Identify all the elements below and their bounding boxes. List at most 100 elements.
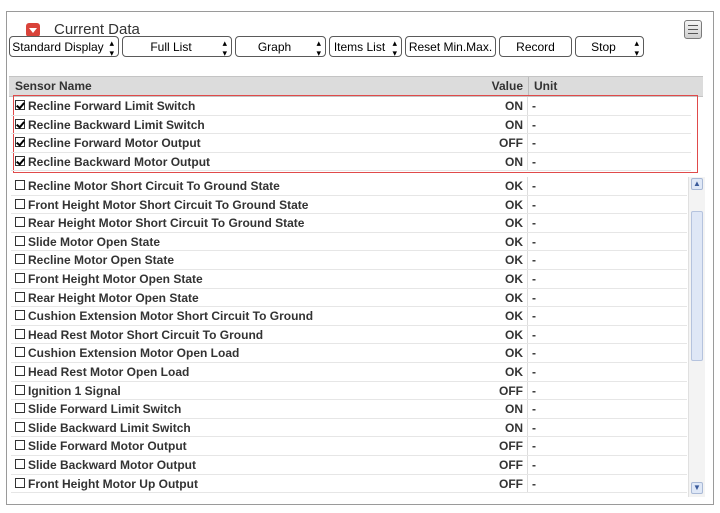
dropdown-arrows-icon: ▴ ▾ bbox=[109, 38, 114, 58]
column-divider bbox=[527, 214, 528, 233]
column-divider bbox=[527, 288, 528, 308]
sensor-value: ON bbox=[505, 117, 523, 132]
sensor-unit: - bbox=[532, 234, 536, 249]
checkbox[interactable] bbox=[15, 347, 25, 358]
items-list-label: Items List bbox=[333, 40, 386, 54]
column-divider bbox=[528, 77, 529, 96]
table-row[interactable]: Slide Forward Motor Output OFF - bbox=[11, 437, 687, 456]
checkbox[interactable] bbox=[15, 235, 25, 246]
sensor-value: OFF bbox=[499, 458, 523, 472]
standard-display-dropdown[interactable]: Standard Display ▴ ▾ bbox=[9, 36, 119, 58]
checkbox[interactable] bbox=[15, 328, 25, 339]
table-row[interactable]: Front Height Motor Open State OK - bbox=[11, 270, 687, 289]
checkbox[interactable] bbox=[15, 477, 25, 488]
vertical-scrollbar[interactable]: ▲ ▼ bbox=[688, 177, 705, 497]
checkbox[interactable] bbox=[15, 198, 25, 209]
sensor-value: OFF bbox=[499, 383, 523, 398]
table-row[interactable]: Slide Backward Motor Output OFF - bbox=[11, 456, 687, 475]
column-divider bbox=[527, 456, 528, 475]
table-row[interactable]: Recline Forward Motor Output OFF - bbox=[11, 134, 691, 153]
column-header-unit[interactable]: Unit bbox=[534, 79, 557, 93]
sensor-name: Slide Backward Limit Switch bbox=[28, 420, 191, 435]
sensor-value: OK bbox=[505, 365, 523, 379]
record-button[interactable]: Record bbox=[499, 36, 572, 57]
sensor-unit: - bbox=[532, 272, 536, 286]
checkbox[interactable] bbox=[15, 273, 25, 283]
checkbox[interactable] bbox=[15, 459, 25, 469]
scroll-up-icon[interactable]: ▲ bbox=[691, 178, 703, 190]
sensor-name: Recline Forward Limit Switch bbox=[28, 99, 196, 113]
sensor-value: OK bbox=[505, 309, 523, 324]
table-row[interactable]: Recline Motor Open State OK - bbox=[11, 251, 687, 270]
table-row[interactable]: Cushion Extension Motor Open Load OK - bbox=[11, 344, 687, 363]
column-divider bbox=[527, 251, 528, 270]
sensor-value: ON bbox=[505, 154, 523, 169]
checkbox[interactable] bbox=[15, 366, 25, 376]
column-divider bbox=[527, 115, 528, 135]
checkbox[interactable] bbox=[15, 291, 25, 302]
sensor-unit: - bbox=[532, 383, 536, 398]
sensor-name: Head Rest Motor Open Load bbox=[28, 365, 190, 379]
sensor-unit: - bbox=[532, 99, 536, 113]
reset-min-max-button[interactable]: Reset Min.Max. bbox=[405, 36, 496, 57]
stop-dropdown[interactable]: Stop ▴ ▾ bbox=[575, 36, 644, 58]
checkbox[interactable] bbox=[15, 440, 25, 451]
sensor-name: Recline Motor Open State bbox=[28, 253, 175, 268]
sensor-value: OK bbox=[505, 272, 523, 286]
sensor-name: Recline Backward Limit Switch bbox=[28, 117, 205, 132]
table-row[interactable]: Head Rest Motor Open Load OK - bbox=[11, 363, 687, 382]
sensor-name: Slide Forward Motor Output bbox=[28, 439, 187, 454]
sensor-unit: - bbox=[532, 458, 536, 472]
full-list-label: Full List bbox=[150, 40, 192, 54]
checkbox[interactable] bbox=[15, 254, 25, 265]
menu-icon[interactable] bbox=[684, 20, 702, 39]
table-row[interactable]: Head Rest Motor Short Circuit To Ground O… bbox=[11, 325, 687, 345]
full-list-dropdown[interactable]: Full List ▴ ▾ bbox=[122, 36, 232, 58]
table-row[interactable]: Front Height Motor Short Circuit To Grou… bbox=[11, 195, 687, 215]
checkbox-checked[interactable] bbox=[15, 155, 25, 166]
table-row[interactable]: Rear Height Motor Open State OK - bbox=[11, 288, 687, 308]
table-row[interactable]: Recline Motor Short Circuit To Ground St… bbox=[11, 177, 687, 196]
sensor-name: Slide Forward Limit Switch bbox=[28, 402, 182, 417]
scroll-down-icon[interactable]: ▼ bbox=[691, 482, 703, 494]
column-header-value[interactable]: Value bbox=[481, 79, 523, 93]
table-row[interactable]: Recline Backward Limit Switch ON - bbox=[11, 115, 691, 135]
sensor-unit: - bbox=[532, 365, 536, 379]
column-divider bbox=[527, 363, 528, 382]
sensor-unit: - bbox=[532, 420, 536, 435]
dropdown-arrows-icon: ▴ ▾ bbox=[392, 38, 397, 58]
table-row[interactable]: Slide Motor Open State OK - bbox=[11, 232, 687, 252]
checkbox[interactable] bbox=[15, 403, 25, 414]
table-row[interactable]: Slide Backward Limit Switch ON - bbox=[11, 418, 687, 438]
sensor-value: ON bbox=[505, 402, 523, 417]
items-list-dropdown[interactable]: Items List ▴ ▾ bbox=[329, 36, 402, 58]
row-divider bbox=[11, 170, 691, 172]
checkbox[interactable] bbox=[15, 310, 25, 321]
column-divider bbox=[527, 152, 528, 172]
table-row[interactable]: Rear Height Motor Short Circuit To Groun… bbox=[11, 214, 687, 233]
sensor-unit: - bbox=[532, 346, 536, 361]
checkbox[interactable] bbox=[15, 421, 25, 432]
checkbox[interactable] bbox=[15, 217, 25, 228]
table-row[interactable]: Cushion Extension Motor Short Circuit To… bbox=[11, 307, 687, 326]
collapse-icon[interactable] bbox=[26, 23, 40, 37]
graph-dropdown[interactable]: Graph ▴ ▾ bbox=[235, 36, 326, 58]
table-row[interactable]: Recline Forward Limit Switch ON - bbox=[11, 97, 691, 116]
table-row[interactable]: Ignition 1 Signal OFF - bbox=[11, 381, 687, 401]
checkbox-checked[interactable] bbox=[15, 137, 25, 148]
table-row[interactable]: Slide Forward Limit Switch ON - bbox=[11, 400, 687, 419]
sensor-value: OK bbox=[505, 346, 523, 361]
checkbox[interactable] bbox=[15, 180, 25, 190]
column-divider bbox=[527, 344, 528, 363]
sensor-name: Recline Backward Motor Output bbox=[28, 154, 211, 169]
scrollbar-thumb[interactable] bbox=[691, 211, 703, 361]
table-row[interactable]: Recline Backward Motor Output ON - bbox=[11, 152, 691, 172]
checkbox-checked[interactable] bbox=[15, 100, 25, 110]
checkbox[interactable] bbox=[15, 384, 25, 395]
column-divider bbox=[527, 97, 528, 116]
table-row[interactable]: Front Height Motor Up Output OFF - bbox=[11, 474, 687, 494]
checkbox-checked[interactable] bbox=[15, 118, 25, 129]
sensor-unit: - bbox=[532, 327, 536, 342]
sensor-unit: - bbox=[532, 216, 536, 231]
column-header-sensor-name[interactable]: Sensor Name bbox=[15, 79, 92, 93]
